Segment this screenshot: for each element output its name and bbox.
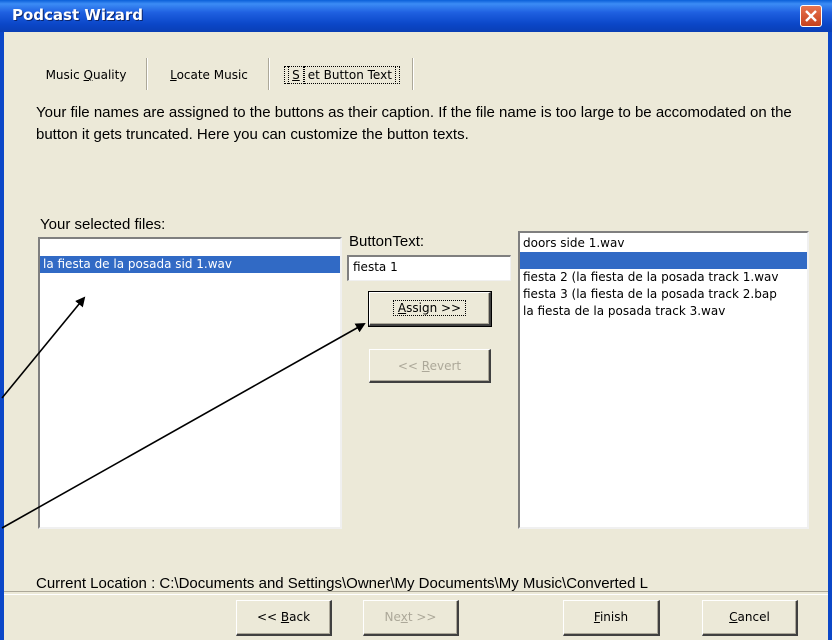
window-title: Podcast Wizard <box>12 6 144 24</box>
list-item[interactable] <box>40 239 340 256</box>
podcast-wizard-window: Podcast Wizard Music Quality Locate Musi… <box>0 0 832 640</box>
tab-set-button-text[interactable]: Set Button Text <box>274 56 410 92</box>
button-texts-list[interactable]: doors side 1.wav fiesta 2 (la fiesta de … <box>518 231 809 529</box>
list-item[interactable] <box>520 252 807 269</box>
button-label-pre: << <box>256 610 281 624</box>
close-button[interactable] <box>800 5 822 27</box>
window-frame-left <box>0 32 4 640</box>
tab-label-pre: Music <box>45 68 84 82</box>
finish-button[interactable]: Finish <box>563 600 660 636</box>
button-mnemonic: B <box>280 610 290 624</box>
button-label: ack <box>289 610 311 624</box>
tab-divider <box>268 58 270 90</box>
title-bar[interactable]: Podcast Wizard <box>0 0 832 32</box>
assign-button[interactable]: Assign >> <box>368 291 492 327</box>
button-text-input[interactable]: fiesta 1 <box>347 255 511 281</box>
button-label-pre: << <box>397 359 422 373</box>
tab-music-quality[interactable]: Music Quality <box>26 56 146 92</box>
tab-label-mnemonic: S <box>288 66 304 84</box>
instructions-text: Your file names are assigned to the butt… <box>36 104 792 143</box>
close-icon <box>805 10 817 22</box>
button-mnemonic: x <box>400 610 408 624</box>
list-item[interactable]: fiesta 3 (la fiesta de la posada track 2… <box>520 286 807 303</box>
tab-divider <box>146 58 148 90</box>
footer-divider <box>4 591 828 595</box>
button-label-pre: Ne <box>384 610 401 624</box>
current-location-text: Current Location : C:\Documents and Sett… <box>36 575 648 592</box>
list-item[interactable]: doors side 1.wav <box>520 235 807 252</box>
button-mnemonic: R <box>421 359 430 373</box>
button-mnemonic: A <box>397 301 407 315</box>
next-button[interactable]: Next >> <box>363 600 459 636</box>
button-text-label: ButtonText: <box>349 233 425 250</box>
list-item[interactable]: la fiesta de la posada track 3.wav <box>520 303 807 320</box>
tab-label-post: ocate Music <box>176 68 248 82</box>
list-item[interactable]: fiesta 2 (la fiesta de la posada track 1… <box>520 269 807 286</box>
window-frame-right <box>828 32 832 640</box>
list-item[interactable]: la fiesta de la posada sid 1.wav <box>40 256 340 273</box>
button-label: ssign >> <box>406 301 462 315</box>
button-label: inish <box>599 610 629 624</box>
selected-files-label: Your selected files: <box>40 216 166 233</box>
tab-label-post: et Button Text <box>303 66 396 84</box>
back-button[interactable]: << Back <box>236 600 332 636</box>
tab-divider <box>412 58 414 90</box>
button-label: ancel <box>737 610 770 624</box>
button-mnemonic: C <box>729 610 738 624</box>
tab-locate-music[interactable]: Locate Music <box>150 56 268 92</box>
tab-label-mnemonic: Q <box>83 68 93 82</box>
button-label: t >> <box>407 610 437 624</box>
selected-files-list[interactable]: la fiesta de la posada sid 1.wav <box>38 237 342 529</box>
tab-label-post: uality <box>92 68 127 82</box>
cancel-button[interactable]: Cancel <box>702 600 798 636</box>
revert-button[interactable]: << Revert <box>369 349 491 383</box>
button-label: evert <box>429 359 462 373</box>
